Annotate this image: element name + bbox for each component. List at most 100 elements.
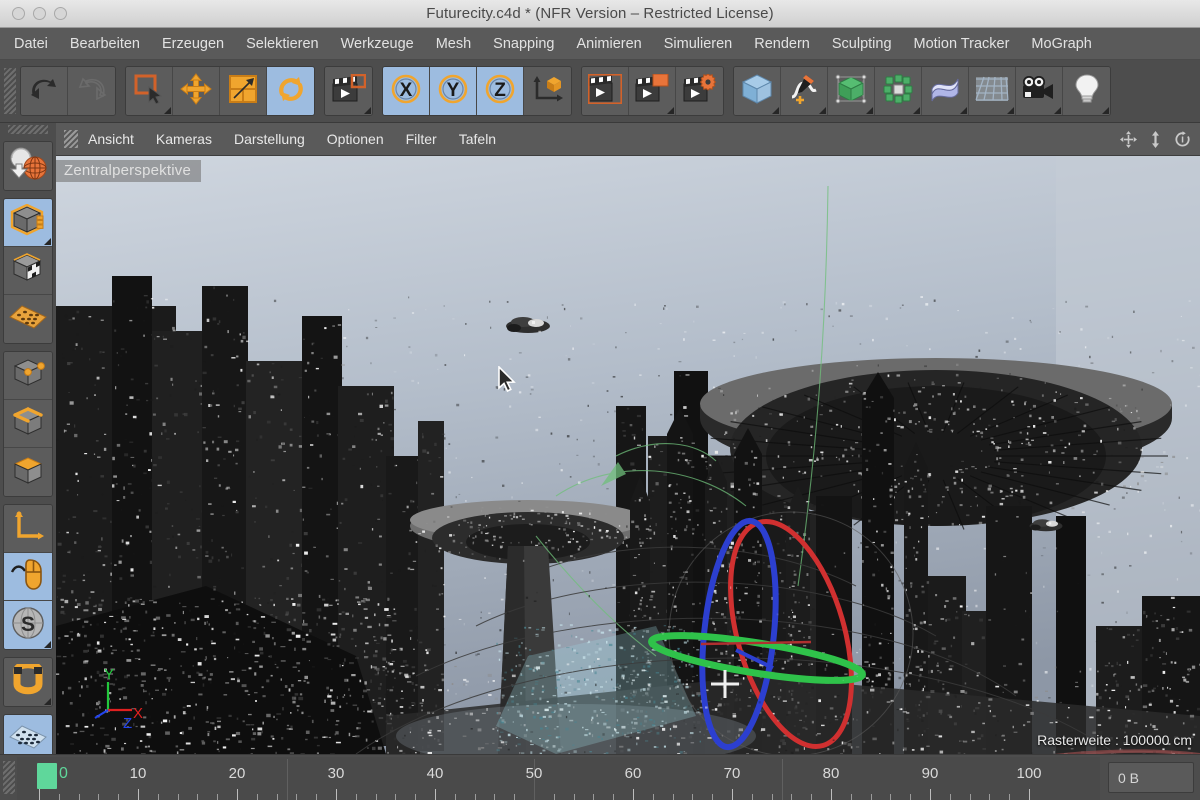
main-toolbar: X Y Z bbox=[0, 60, 1200, 123]
submenu-corner-icon[interactable] bbox=[44, 698, 51, 705]
menu-item-simulieren[interactable]: Simulieren bbox=[664, 36, 733, 52]
axis-y-button[interactable]: Y bbox=[430, 67, 477, 115]
submenu-corner-icon[interactable] bbox=[960, 107, 967, 114]
model-mode-button[interactable] bbox=[4, 199, 52, 247]
menu-item-rendern[interactable]: Rendern bbox=[754, 36, 810, 52]
axis-x-button[interactable]: X bbox=[383, 67, 430, 115]
edge-mode-icon bbox=[10, 405, 46, 442]
point-mode-icon bbox=[10, 357, 46, 394]
ruler-tick bbox=[949, 794, 951, 800]
ruler-label: 30 bbox=[327, 765, 345, 782]
toolbar-group-transform bbox=[125, 66, 315, 116]
move-button[interactable] bbox=[173, 67, 220, 115]
render-to-picture-viewer-icon bbox=[635, 73, 669, 109]
menu-item-mesh[interactable]: Mesh bbox=[436, 36, 471, 52]
timeline-ruler[interactable]: 0 0102030405060708090100 bbox=[17, 757, 1100, 800]
main-menu-bar: Datei Bearbeiten Erzeugen Selektieren Werkze… bbox=[0, 28, 1200, 60]
redo-icon bbox=[77, 75, 107, 108]
viewport-menu-optionen[interactable]: Optionen bbox=[327, 131, 384, 147]
menu-item-erzeugen[interactable]: Erzeugen bbox=[162, 36, 224, 52]
make-editable-button[interactable] bbox=[4, 142, 52, 190]
left-toolbar-group-3: S bbox=[3, 504, 53, 650]
viewport-menu-kameras[interactable]: Kameras bbox=[156, 131, 212, 147]
axis-z-button[interactable]: Z bbox=[477, 67, 524, 115]
submenu-corner-icon[interactable] bbox=[913, 107, 920, 114]
light-button[interactable] bbox=[1063, 67, 1110, 115]
ruler-tick bbox=[672, 794, 674, 800]
spline-pen-button[interactable] bbox=[781, 67, 828, 115]
left-toolbar-grip[interactable] bbox=[8, 125, 48, 134]
edge-mode-button[interactable] bbox=[4, 400, 52, 448]
generator-nurbs-button[interactable] bbox=[828, 67, 875, 115]
object-axis-button[interactable] bbox=[4, 505, 52, 553]
viewport-nav-icons bbox=[1119, 123, 1192, 156]
viewport-3d-canvas[interactable]: Zentralperspektive Rasterweite : 100000 … bbox=[56, 156, 1200, 754]
menu-item-datei[interactable]: Datei bbox=[14, 36, 48, 52]
viewport-tool-icon bbox=[10, 558, 46, 595]
submenu-corner-icon[interactable] bbox=[1007, 107, 1014, 114]
svg-text:Y: Y bbox=[447, 80, 460, 101]
texture-mode-button[interactable] bbox=[4, 247, 52, 295]
menu-item-snapping[interactable]: Snapping bbox=[493, 36, 554, 52]
window-title: Futurecity.c4d * (NFR Version – Restrict… bbox=[426, 5, 774, 22]
menu-item-mograph[interactable]: MoGraph bbox=[1031, 36, 1091, 52]
polygon-mode-button[interactable] bbox=[4, 448, 52, 496]
viewport-menu-darstellung[interactable]: Darstellung bbox=[234, 131, 305, 147]
deformer-bend-button[interactable] bbox=[922, 67, 969, 115]
submenu-corner-icon[interactable] bbox=[772, 107, 779, 114]
timeline-grip[interactable] bbox=[3, 761, 15, 794]
live-selection-button[interactable] bbox=[126, 67, 173, 115]
playhead-marker[interactable] bbox=[37, 763, 57, 789]
axis-y-label: Y bbox=[104, 668, 114, 683]
menu-item-sculpting[interactable]: Sculpting bbox=[832, 36, 892, 52]
submenu-corner-icon[interactable] bbox=[1054, 107, 1061, 114]
current-frame-label: 0 bbox=[59, 765, 68, 782]
redo-button[interactable] bbox=[68, 67, 115, 115]
soft-selection-button[interactable]: S bbox=[4, 601, 52, 649]
submenu-corner-icon[interactable] bbox=[164, 107, 171, 114]
point-mode-button[interactable] bbox=[4, 352, 52, 400]
world-coordinates-button[interactable] bbox=[524, 67, 571, 115]
dolly-view-icon[interactable] bbox=[1148, 130, 1163, 149]
submenu-corner-icon[interactable] bbox=[44, 238, 51, 245]
rotate-button[interactable] bbox=[267, 67, 314, 115]
primitive-cube-button[interactable] bbox=[734, 67, 781, 115]
toolbar-group-render bbox=[581, 66, 724, 116]
rotate-view-icon[interactable] bbox=[1173, 130, 1192, 149]
submenu-corner-icon[interactable] bbox=[364, 107, 371, 114]
submenu-corner-icon[interactable] bbox=[44, 641, 51, 648]
pan-view-icon[interactable] bbox=[1119, 130, 1138, 149]
viewport-tool-button[interactable] bbox=[4, 553, 52, 601]
scale-button[interactable] bbox=[220, 67, 267, 115]
workplane-mode-button[interactable] bbox=[4, 295, 52, 343]
menu-item-bearbeiten[interactable]: Bearbeiten bbox=[70, 36, 140, 52]
mograph-cloner-button[interactable] bbox=[875, 67, 922, 115]
viewport-menu-filter[interactable]: Filter bbox=[406, 131, 437, 147]
left-toolbar-group-4 bbox=[3, 657, 53, 707]
render-region-button[interactable] bbox=[582, 67, 629, 115]
scene-floor-button[interactable] bbox=[969, 67, 1016, 115]
render-to-picture-viewer-button[interactable] bbox=[629, 67, 676, 115]
submenu-corner-icon[interactable] bbox=[667, 107, 674, 114]
world-coordinates-icon bbox=[532, 74, 564, 109]
submenu-corner-icon[interactable] bbox=[866, 107, 873, 114]
menu-item-selektieren[interactable]: Selektieren bbox=[246, 36, 319, 52]
viewport-menu-ansicht[interactable]: Ansicht bbox=[88, 131, 134, 147]
menu-item-werkzeuge[interactable]: Werkzeuge bbox=[341, 36, 414, 52]
render-settings-button[interactable] bbox=[676, 67, 723, 115]
camera-button[interactable] bbox=[1016, 67, 1063, 115]
viewport-menu-tafeln[interactable]: Tafeln bbox=[459, 131, 496, 147]
texture-mode-icon bbox=[10, 252, 46, 289]
viewport-grip[interactable] bbox=[64, 130, 78, 148]
menu-item-animieren[interactable]: Animieren bbox=[576, 36, 641, 52]
submenu-corner-icon[interactable] bbox=[819, 107, 826, 114]
workplane-mode-icon bbox=[8, 304, 48, 335]
render-view-button[interactable] bbox=[325, 67, 372, 115]
snap-magnet-button[interactable] bbox=[4, 658, 52, 706]
ruler-segment-divider bbox=[781, 759, 783, 800]
ruler-tick bbox=[910, 794, 912, 800]
submenu-corner-icon[interactable] bbox=[1102, 107, 1109, 114]
undo-button[interactable] bbox=[21, 67, 68, 115]
menu-item-motion-tracker[interactable]: Motion Tracker bbox=[914, 36, 1010, 52]
toolbar-grip[interactable] bbox=[4, 68, 16, 114]
